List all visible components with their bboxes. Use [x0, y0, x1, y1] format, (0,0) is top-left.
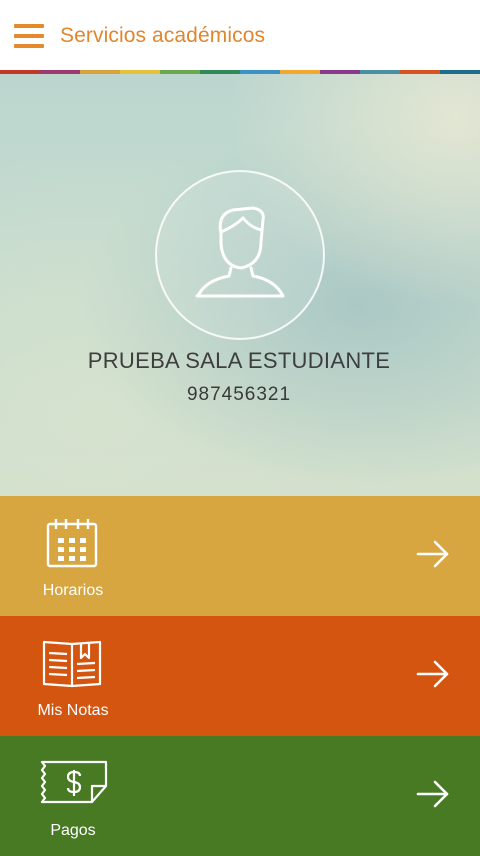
page-title: Servicios académicos	[60, 24, 266, 47]
menu-item-horarios[interactable]: Horarios	[0, 496, 480, 616]
arrow-right-icon	[416, 660, 449, 688]
payment-bill-icon	[40, 760, 108, 804]
menu-item-pagos[interactable]: Pagos	[0, 736, 480, 856]
profile-section: PRUEBA SALA ESTUDIANTE 987456321	[0, 74, 480, 496]
student-name: PRUEBA SALA ESTUDIANTE	[87, 348, 391, 373]
open-book-icon	[42, 640, 102, 688]
user-avatar-icon	[155, 170, 325, 340]
menu-item-label: Pagos	[50, 822, 96, 839]
student-id: 987456321	[186, 384, 292, 405]
menu-item-label: Mis Notas	[37, 702, 109, 719]
menu-item-mis-notas[interactable]: Mis Notas	[0, 616, 480, 736]
hamburger-menu-icon[interactable]	[14, 24, 46, 50]
calendar-icon	[46, 519, 98, 568]
arrow-right-icon	[416, 780, 449, 808]
menu-item-label: Horarios	[42, 582, 104, 599]
arrow-right-icon	[416, 540, 449, 568]
app-bar: Servicios académicos	[0, 0, 480, 70]
